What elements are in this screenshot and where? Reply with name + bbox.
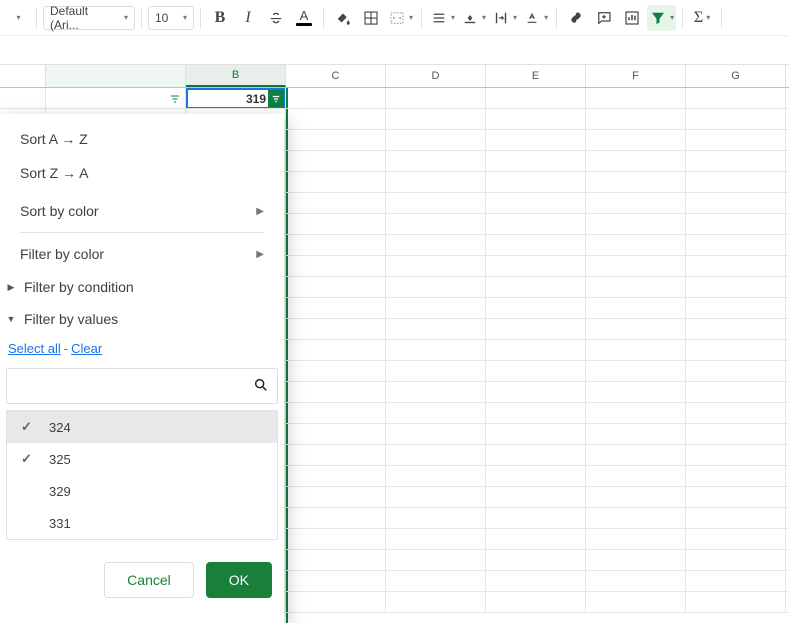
column-header-c[interactable]: C	[286, 65, 386, 87]
chevron-down-icon: ▾	[183, 13, 187, 22]
triangle-right-icon: ▶	[6, 282, 16, 293]
text-color-swatch	[296, 23, 312, 26]
borders-button[interactable]	[358, 5, 384, 31]
chevron-right-icon: ▶	[256, 206, 264, 217]
toolbar: Default (Ari... ▾ 10 ▾ B I A	[0, 0, 789, 36]
filter-button[interactable]	[647, 5, 676, 31]
font-size-label: 10	[155, 11, 168, 25]
divider	[20, 232, 264, 233]
column-header-a[interactable]	[46, 65, 186, 87]
ok-button[interactable]: OK	[206, 562, 272, 598]
separator	[141, 8, 142, 28]
filter-by-condition-toggle[interactable]: ▶ Filter by condition	[0, 271, 284, 303]
strikethrough-button[interactable]	[263, 5, 289, 31]
column-header-b[interactable]: B	[186, 65, 286, 87]
select-all-cell[interactable]	[0, 65, 46, 87]
filter-value-list[interactable]: ✓ 324 ✓ 325 329 331	[6, 410, 278, 540]
filter-value-item[interactable]: ✓ 324	[7, 411, 277, 443]
sort-az-item[interactable]: Sort A → Z	[0, 122, 284, 156]
column-header-g[interactable]: G	[686, 65, 786, 87]
horizontal-align-button[interactable]	[428, 5, 457, 31]
insert-link-button[interactable]	[563, 5, 589, 31]
column-header-d[interactable]: D	[386, 65, 486, 87]
separator	[556, 8, 557, 28]
filter-value-item[interactable]: ✓ 325	[7, 443, 277, 475]
filter-menu: Sort A → Z Sort Z → A Sort by color ▶ Fi…	[0, 114, 284, 623]
filter-by-values-toggle[interactable]: ▼ Filter by values	[0, 303, 284, 335]
triangle-down-icon: ▼	[6, 314, 16, 324]
more-left-dropdown[interactable]	[4, 5, 30, 31]
font-select[interactable]: Default (Ari... ▾	[43, 6, 135, 30]
filter-by-color-item[interactable]: Filter by color ▶	[0, 237, 284, 271]
separator	[421, 8, 422, 28]
fill-color-button[interactable]	[330, 5, 356, 31]
check-icon: ✓	[21, 451, 35, 467]
text-color-button[interactable]: A	[291, 5, 317, 31]
filter-value-links: Select all-Clear	[0, 335, 284, 368]
chevron-right-icon: ▶	[256, 249, 264, 260]
font-select-label: Default (Ari...	[50, 4, 118, 32]
separator	[721, 8, 722, 28]
check-icon: ✓	[21, 419, 35, 435]
select-all-link[interactable]: Select all	[8, 341, 61, 356]
merge-cells-button[interactable]	[386, 5, 415, 31]
font-size-select[interactable]: 10 ▾	[148, 6, 194, 30]
insert-comment-button[interactable]	[591, 5, 617, 31]
separator	[36, 8, 37, 28]
chevron-down-icon: ▾	[124, 13, 128, 22]
filter-search-input[interactable]	[15, 378, 253, 394]
column-header-e[interactable]: E	[486, 65, 586, 87]
spreadsheet-grid: B C D E F G 319	[0, 36, 789, 623]
separator	[682, 8, 683, 28]
filter-actions: Cancel OK	[0, 540, 284, 612]
sort-by-color-item[interactable]: Sort by color ▶	[0, 194, 284, 228]
sort-za-item[interactable]: Sort Z → A	[0, 156, 284, 190]
filter-search[interactable]	[6, 368, 278, 404]
separator	[323, 8, 324, 28]
separator	[200, 8, 201, 28]
italic-button[interactable]: I	[235, 5, 261, 31]
column-headers: B C D E F G	[0, 64, 789, 88]
filter-value-item[interactable]: 329	[7, 475, 277, 507]
insert-chart-button[interactable]	[619, 5, 645, 31]
cancel-button[interactable]: Cancel	[104, 562, 194, 598]
column-header-f[interactable]: F	[586, 65, 686, 87]
bold-button[interactable]: B	[207, 5, 233, 31]
clear-link[interactable]: Clear	[71, 341, 102, 356]
filter-value-item[interactable]: 331	[7, 507, 277, 539]
search-icon	[253, 377, 269, 396]
text-rotation-button[interactable]	[521, 5, 550, 31]
text-wrap-button[interactable]	[490, 5, 519, 31]
functions-button[interactable]: Σ	[689, 5, 715, 31]
vertical-align-button[interactable]	[459, 5, 488, 31]
